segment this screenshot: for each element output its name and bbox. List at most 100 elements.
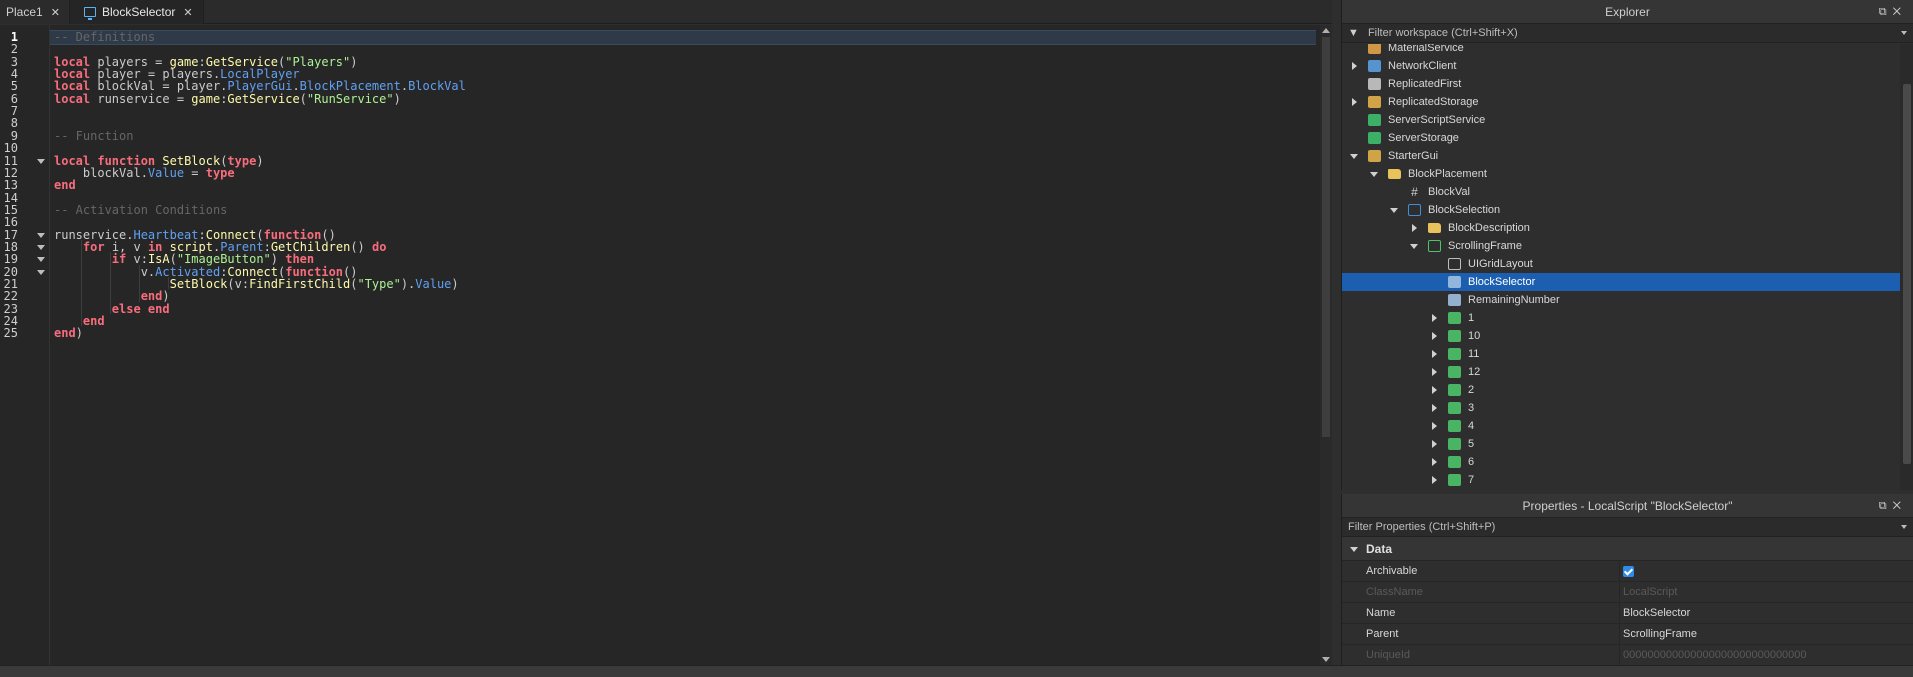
- chevron-down-icon[interactable]: [1901, 525, 1907, 529]
- tab-place1[interactable]: Place1 ✕: [0, 0, 70, 24]
- local-script-icon: [1448, 276, 1461, 288]
- chevron-right-icon[interactable]: [1352, 62, 1357, 70]
- chevron-down-icon[interactable]: [1901, 31, 1907, 35]
- image-button-icon: [1448, 474, 1461, 486]
- chevron-right-icon[interactable]: [1412, 224, 1417, 232]
- chevron-right-icon[interactable]: [1432, 314, 1437, 322]
- chevron-right-icon[interactable]: [1432, 332, 1437, 340]
- tree-item[interactable]: NetworkClient: [1342, 57, 1900, 75]
- editor-scrollbar[interactable]: [1320, 25, 1332, 665]
- tree-item[interactable]: MaterialService: [1342, 44, 1900, 57]
- properties-filter-input[interactable]: Filter Properties (Ctrl+Shift+P): [1342, 518, 1913, 537]
- explorer-tree[interactable]: MaterialService NetworkClient ReplicatedFi…: [1342, 44, 1900, 490]
- chevron-right-icon[interactable]: [1432, 386, 1437, 394]
- tree-item[interactable]: 6: [1342, 453, 1900, 471]
- tree-item[interactable]: ScrollingFrame: [1342, 237, 1900, 255]
- code-area[interactable]: -- Definitions local players = game:GetSe…: [54, 25, 1319, 665]
- image-button-icon: [1448, 348, 1461, 360]
- tree-item[interactable]: ServerScriptService: [1342, 111, 1900, 129]
- chevron-right-icon[interactable]: [1432, 368, 1437, 376]
- property-row[interactable]: UniqueId 000000000000000000000000000000: [1342, 645, 1913, 666]
- tree-item[interactable]: ReplicatedFirst: [1342, 75, 1900, 93]
- explorer-scrollbar[interactable]: [1900, 44, 1913, 490]
- tree-item-label: ReplicatedFirst: [1388, 78, 1462, 90]
- property-value: 000000000000000000000000000000: [1623, 649, 1807, 661]
- explorer-filter-input[interactable]: ▼ Filter workspace (Ctrl+Shift+X): [1342, 24, 1913, 43]
- fold-toggle-icon[interactable]: [37, 257, 45, 263]
- fold-toggle-icon[interactable]: [37, 158, 45, 164]
- tree-item[interactable]: UIGridLayout: [1342, 255, 1900, 273]
- fold-toggle-icon[interactable]: [37, 269, 45, 275]
- tree-item-label: 6: [1468, 456, 1475, 468]
- tree-item[interactable]: 2: [1342, 381, 1900, 399]
- panel-controls[interactable]: ⧉✕: [1879, 494, 1907, 518]
- script-editor[interactable]: 1 2 3 4 5 6 7 8 9 10 11 12 13 14 15 16 17 18 19 20 21 22 23 24 2…: [0, 25, 1332, 665]
- chevron-down-icon[interactable]: [1390, 208, 1398, 213]
- tree-item[interactable]: 12: [1342, 363, 1900, 381]
- tree-item[interactable]: BlockSelection: [1342, 201, 1900, 219]
- tree-item[interactable]: BlockPlacement: [1342, 165, 1900, 183]
- chevron-down-icon[interactable]: [1410, 244, 1418, 249]
- indent-guide: [138, 264, 140, 302]
- property-row[interactable]: ClassName LocalScript: [1342, 582, 1913, 603]
- property-row[interactable]: Parent ScrollingFrame: [1342, 624, 1913, 645]
- chevron-right-icon[interactable]: [1432, 458, 1437, 466]
- tree-item-label: 3: [1468, 402, 1475, 414]
- panel-divider[interactable]: [1332, 0, 1338, 665]
- tree-item[interactable]: 10: [1342, 327, 1900, 345]
- editor-scroll-thumb[interactable]: [1322, 37, 1330, 437]
- tree-item[interactable]: 4: [1342, 417, 1900, 435]
- chevron-right-icon[interactable]: [1432, 404, 1437, 412]
- code-line: local runservice = game:GetService("RunS…: [54, 92, 401, 107]
- checkbox-checked-icon[interactable]: [1623, 566, 1634, 577]
- scroll-down-icon[interactable]: [1322, 657, 1330, 662]
- code-token: "Type": [357, 277, 401, 291]
- tree-item[interactable]: BlockSelector: [1342, 273, 1900, 291]
- tree-item[interactable]: 1: [1342, 309, 1900, 327]
- tree-item[interactable]: 3: [1342, 399, 1900, 417]
- column-separator: [1619, 603, 1620, 624]
- chevron-down-icon[interactable]: [1370, 172, 1378, 177]
- property-row[interactable]: Name BlockSelector: [1342, 603, 1913, 624]
- code-token: "RunService": [306, 91, 394, 106]
- explorer-scroll-thumb[interactable]: [1903, 84, 1911, 464]
- chevron-right-icon[interactable]: [1352, 98, 1357, 106]
- property-row[interactable]: Archivable: [1342, 561, 1913, 582]
- explorer-filter-placeholder: Filter workspace (Ctrl+Shift+X): [1367, 27, 1518, 39]
- chevron-right-icon[interactable]: [1432, 350, 1437, 358]
- panel-controls[interactable]: ⧉✕: [1879, 0, 1907, 24]
- property-value[interactable]: ScrollingFrame: [1623, 624, 1697, 645]
- fold-toggle-icon[interactable]: [37, 244, 45, 250]
- property-name: Name: [1366, 607, 1396, 619]
- property-value[interactable]: BlockSelector: [1623, 603, 1690, 624]
- tree-item-label: MaterialService: [1388, 44, 1464, 54]
- tree-item[interactable]: RemainingNumber: [1342, 291, 1900, 309]
- server-script-service-icon: [1368, 114, 1381, 126]
- chevron-right-icon[interactable]: [1432, 476, 1437, 484]
- tree-item[interactable]: 11: [1342, 345, 1900, 363]
- tree-item[interactable]: 7: [1342, 471, 1900, 489]
- scroll-up-icon[interactable]: [1322, 28, 1330, 33]
- properties-section-data[interactable]: Data: [1342, 537, 1913, 561]
- code-line: -- Activation Conditions: [54, 203, 227, 218]
- tree-item[interactable]: 5: [1342, 435, 1900, 453]
- tree-item-label: 10: [1468, 330, 1481, 342]
- code-line: -- Definitions: [54, 30, 155, 45]
- tree-item[interactable]: ServerStorage: [1342, 129, 1900, 147]
- chevron-down-icon[interactable]: [1350, 154, 1358, 159]
- tab-blockselector[interactable]: BlockSelector ✕: [70, 0, 204, 24]
- replicated-storage-icon: [1368, 96, 1381, 108]
- chevron-right-icon[interactable]: [1432, 440, 1437, 448]
- chevron-right-icon[interactable]: [1432, 422, 1437, 430]
- tree-item[interactable]: StarterGui: [1342, 147, 1900, 165]
- close-icon[interactable]: ✕: [183, 6, 192, 19]
- tree-item[interactable]: BlockDescription: [1342, 219, 1900, 237]
- tree-item[interactable]: ReplicatedStorage: [1342, 93, 1900, 111]
- hash-icon: #: [1411, 185, 1418, 199]
- local-script-icon: [84, 7, 96, 20]
- fold-toggle-icon[interactable]: [37, 232, 45, 238]
- close-icon[interactable]: ✕: [51, 6, 60, 19]
- explorer-title-bar: Explorer ⧉✕: [1342, 0, 1913, 24]
- tree-item[interactable]: # BlockVal: [1342, 183, 1900, 201]
- replicated-first-icon: [1368, 78, 1381, 90]
